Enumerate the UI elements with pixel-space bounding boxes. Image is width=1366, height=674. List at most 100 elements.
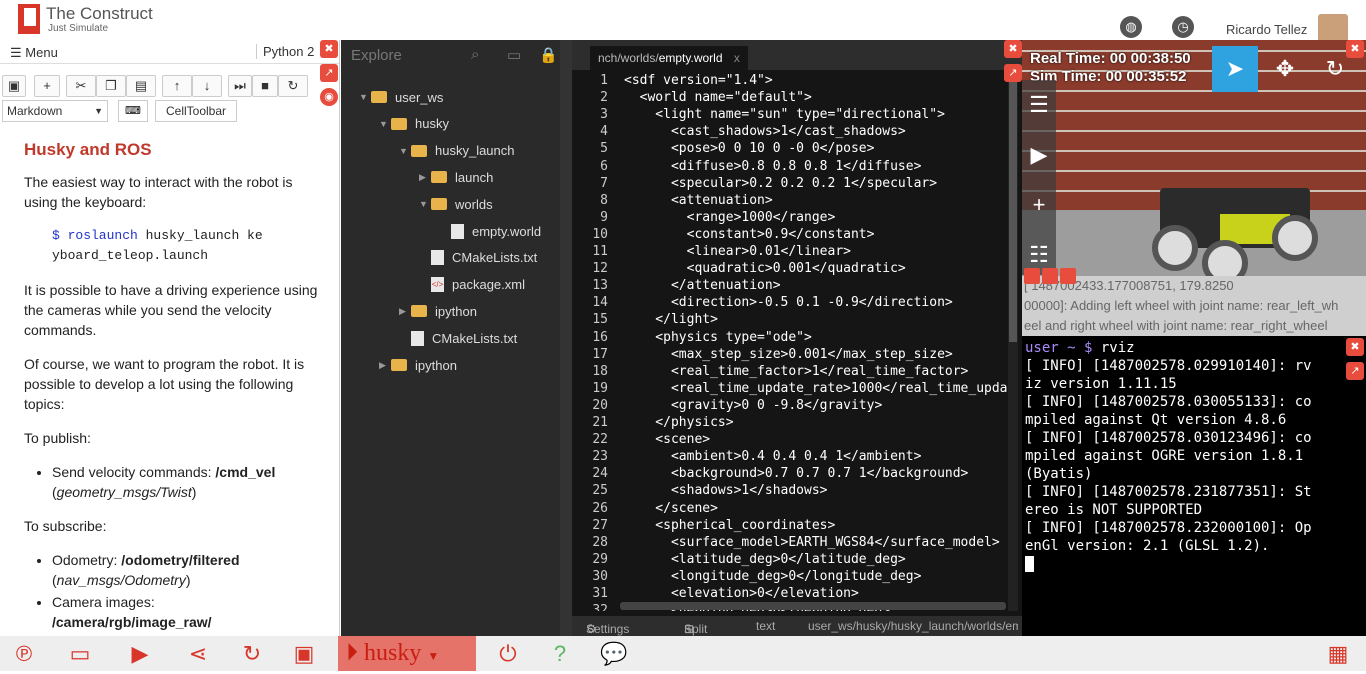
sim-close-button[interactable]: ✖ xyxy=(1346,40,1364,58)
insert-cell-button[interactable]: + xyxy=(34,75,60,97)
menu-button[interactable]: ☰ Menu xyxy=(10,45,58,61)
simulation-viewport[interactable]: Real Time: 00 00:38:50 Sim Time: 00 00:3… xyxy=(1022,40,1366,336)
tree-item[interactable]: ▶ launch xyxy=(419,166,493,188)
move-down-button[interactable]: ↓ xyxy=(192,75,222,97)
brand-name: The Construct xyxy=(46,4,153,23)
tree-item-label: empty.world xyxy=(472,223,542,239)
user-name[interactable]: Ricardo Tellez xyxy=(1226,22,1307,37)
save-button[interactable]: ▣ xyxy=(2,75,26,97)
cell-toolbar-button[interactable]: CellToolbar xyxy=(155,100,237,122)
tree-item[interactable]: ▶ ipython xyxy=(379,354,457,376)
close-icon: ✖ xyxy=(1350,341,1360,353)
tree-item[interactable]: ▼ husky_launch xyxy=(399,140,515,162)
terminal-line: enGl version: 2.1 (GLSL 1.2). xyxy=(1025,538,1270,554)
archive-icon[interactable]: ▭ xyxy=(507,46,521,64)
tree-item-label: husky_launch xyxy=(435,143,515,159)
line-number: 28 xyxy=(592,534,608,550)
explorer-title: Explore xyxy=(351,47,402,64)
video-icon[interactable]: ▶ xyxy=(126,640,154,668)
save-icon[interactable]: ▣ xyxy=(290,640,318,668)
run-button[interactable]: ⏭ xyxy=(228,75,252,97)
plus-icon: + xyxy=(43,78,51,93)
eraser-icon[interactable] xyxy=(1024,268,1040,284)
line-number: 31 xyxy=(592,586,608,601)
keyboard-button[interactable]: ⌨ xyxy=(118,100,148,122)
tree-item[interactable]: CMakeLists.txt xyxy=(399,327,517,349)
play-icon[interactable]: ▶ xyxy=(1022,130,1056,180)
editor-popout-button[interactable]: ↗ xyxy=(1004,64,1022,82)
folder-icon xyxy=(371,91,387,103)
line-number: 32 xyxy=(592,603,608,611)
subscribe-label: To subscribe: xyxy=(24,518,107,534)
folder-icon xyxy=(411,144,427,157)
code-line: <linear>0.01</linear> xyxy=(624,244,851,259)
eye-icon[interactable] xyxy=(1060,268,1076,284)
close-panel-button[interactable]: ✖ xyxy=(320,40,338,58)
move-up-button[interactable]: ↑ xyxy=(162,75,192,97)
tree-item[interactable]: empty.world xyxy=(439,220,541,242)
globe-icon[interactable]: ◍ xyxy=(1120,16,1142,38)
chat-icon[interactable]: 💬 xyxy=(600,640,628,668)
help-icon[interactable]: ? xyxy=(546,640,574,668)
terminal[interactable]: user ~ $ rviz [ INFO] [1487002578.029910… xyxy=(1022,336,1366,636)
paste-button[interactable]: ▤ xyxy=(126,75,156,97)
move-icon: ✥ xyxy=(1275,56,1295,81)
stop-icon[interactable] xyxy=(1042,268,1058,284)
clock-icon[interactable]: ◷ xyxy=(1172,16,1194,38)
monitor-icon[interactable]: ▭ xyxy=(66,640,94,668)
editor-close-button[interactable]: ✖ xyxy=(1004,40,1022,58)
line-number: 7 xyxy=(600,175,608,191)
move-tool[interactable]: ✥ xyxy=(1262,46,1308,92)
pinterest-icon[interactable]: ℗ xyxy=(10,640,38,668)
cell-type-select[interactable]: Markdown ▼ xyxy=(2,100,108,122)
project-button[interactable]: ⏵ husky ▼ xyxy=(338,636,476,671)
refresh-icon[interactable]: ↻ xyxy=(238,640,266,668)
vertical-scrollbar[interactable] xyxy=(1008,71,1018,611)
chevron-right-icon: ▶ xyxy=(399,305,406,316)
tree-item[interactable]: CMakeLists.txt xyxy=(419,247,537,269)
terminal-line: [ INFO] [1487002578.232000100]: Op xyxy=(1025,520,1312,536)
robot-wheel xyxy=(1152,225,1198,271)
grid-icon[interactable]: ▦ xyxy=(1324,640,1352,668)
code-line: <range>1000</range> xyxy=(624,209,836,225)
terminal-line: [ INFO] [1487002578.029910140]: rv xyxy=(1025,358,1312,374)
tree-item[interactable]: ▼ user_ws xyxy=(359,86,443,108)
code-line: </scene> xyxy=(624,500,718,516)
line-number: 25 xyxy=(592,483,608,499)
code-line: <specular>0.2 0.2 0.2 1</specular> xyxy=(624,175,938,191)
line-number: 11 xyxy=(592,244,608,259)
tab-empty-world[interactable]: nch/worlds/empty.world x xyxy=(590,46,748,70)
power-icon[interactable]: ⏻ xyxy=(494,640,522,668)
tree-item[interactable]: ▼ worlds xyxy=(419,193,493,215)
copy-button[interactable]: ❐ xyxy=(96,75,126,97)
editor-code-area[interactable]: 1 <sdf version="1.4"> 2 <world name="defau… xyxy=(572,71,1008,611)
hide-button[interactable]: ◉ xyxy=(320,88,338,106)
list-item: Odometry: /odometry/filtered(nav_msgs/Od… xyxy=(52,550,320,590)
select-tool[interactable]: ➤ xyxy=(1212,46,1258,92)
top-bar: The Construct Just Simulate ◍ ◷ Ricardo … xyxy=(0,0,1366,44)
line-number: 22 xyxy=(592,432,608,448)
file-icon xyxy=(451,223,464,239)
code-line: </physics> xyxy=(624,415,734,430)
share-icon[interactable]: ⋖ xyxy=(184,640,212,668)
stop-button[interactable]: ■ xyxy=(252,75,278,97)
line-number: 21 xyxy=(592,415,608,430)
terminal-close-button[interactable]: ✖ xyxy=(1346,338,1364,356)
explorer-header: Explore ⌕ ▭ 🔒 xyxy=(341,40,560,70)
tree-item[interactable]: ▶ ipython xyxy=(399,300,477,322)
code-line: <pose>0 0 10 0 -0 0</pose> xyxy=(624,141,875,157)
panel-splitter[interactable] xyxy=(560,40,572,636)
restart-button[interactable]: ↻ xyxy=(278,75,308,97)
lock-icon[interactable]: 🔒 xyxy=(539,46,558,64)
search-icon[interactable]: ⌕ xyxy=(471,46,479,63)
popout-button[interactable]: ↗ xyxy=(320,64,338,82)
close-icon[interactable]: x xyxy=(734,51,740,65)
menu-icon[interactable]: ☰ xyxy=(1022,80,1056,130)
cut-button[interactable]: ✂ xyxy=(66,75,96,97)
horizontal-scrollbar[interactable] xyxy=(620,602,1006,610)
terminal-popout-button[interactable]: ↗ xyxy=(1346,362,1364,380)
mode-label[interactable]: text xyxy=(756,619,775,633)
tree-item[interactable]: </> package.xml xyxy=(419,274,525,296)
tree-item[interactable]: ▼ husky xyxy=(379,113,449,135)
plus-icon[interactable]: + xyxy=(1022,180,1056,230)
